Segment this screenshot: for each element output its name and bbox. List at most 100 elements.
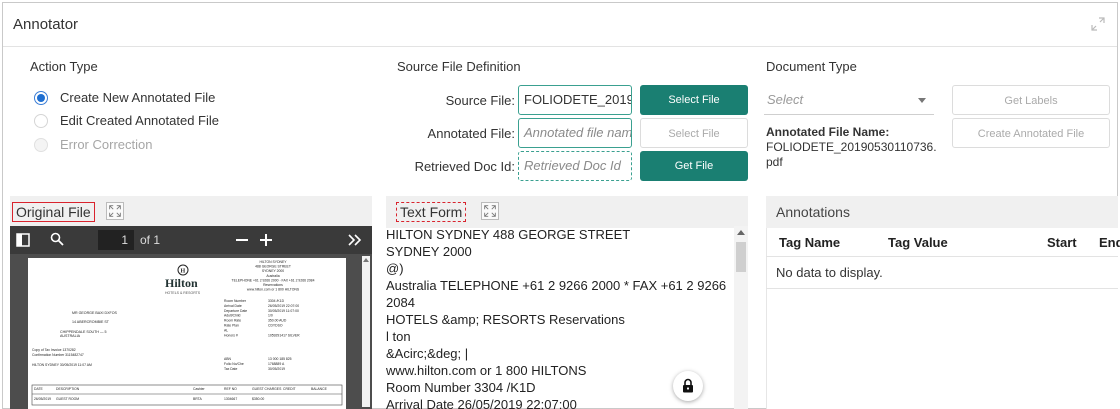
pdf-header-line: Australia [266, 274, 279, 278]
scroll-up-arrow-icon[interactable] [737, 230, 745, 235]
pdf-misc-line: Confirmation Number 3115482747 [32, 353, 84, 357]
radio-create-new[interactable]: Create New Annotated File [34, 90, 215, 105]
radio-edit-created[interactable]: Edit Created Annotated File [34, 113, 219, 128]
sidebar-toggle-icon[interactable] [16, 233, 30, 247]
annotated-file-name-ext: pdf [766, 155, 783, 169]
double-chevron-right-icon[interactable] [348, 234, 362, 246]
pdf-detail-value: 26/05/2019 22:07:00 [268, 304, 299, 308]
retrieved-doc-id-input[interactable]: Retrieved Doc Id [518, 151, 632, 181]
text-form-line: 2084 [386, 295, 415, 310]
get-labels-button: Get Labels [952, 85, 1110, 115]
pdf-toolbar: 1 of 1 [10, 226, 372, 254]
annotated-file-name-value: FOLIODETE_20190530110736. [766, 140, 937, 154]
table-divider [766, 288, 1118, 289]
create-annotated-file-button: Create Annotated File [952, 118, 1110, 148]
pdf-detail-label: Honors # [224, 333, 238, 337]
pdf-header-line: HILTON SYDNEY [259, 260, 287, 264]
text-form-scrollbar[interactable] [734, 226, 748, 409]
pdf-detail-label: Room Rate [224, 319, 241, 323]
zoom-in-icon[interactable] [260, 234, 272, 246]
no-data-message: No data to display. [776, 265, 883, 280]
pdf-detail-label: Room Number [224, 299, 247, 303]
pdf-misc-line: Copy of Tax Invoice 1370282 [32, 348, 76, 352]
radio-label: Create New Annotated File [60, 90, 216, 105]
text-form-line: SYDNEY 2000 [386, 244, 472, 259]
pdf-misc-value: 30/05/2019 [268, 367, 285, 371]
get-file-button[interactable]: Get File [640, 151, 748, 181]
expand-text-form-icon[interactable] [481, 202, 499, 220]
pdf-table-header: Cashier [193, 387, 206, 391]
pdf-detail-value: 30/05/2019 11:07:00 [268, 309, 299, 313]
radio-button-disabled [34, 137, 48, 152]
pdf-guest-line: MR GEORGE BAXI DXFOS [72, 311, 118, 315]
pdf-header-line: www.hilton.com or 1 800 HILTONS [247, 288, 300, 292]
pdf-table-cell: BRTA [193, 397, 202, 401]
pdf-misc-value: 1768889 A [268, 362, 285, 366]
source-file-definition-label: Source File Definition [397, 59, 521, 74]
pdf-table-cell: 1304667 [224, 397, 237, 401]
select-annotated-file-button: Select File [640, 118, 748, 148]
text-form-line: @) [386, 261, 404, 276]
column-end[interactable]: End [1099, 235, 1120, 250]
pdf-header-line: Reservations [263, 283, 283, 287]
pdf-table-header: CREDIT [283, 387, 296, 391]
expand-original-icon[interactable] [106, 202, 124, 220]
document-type-select[interactable]: Select [764, 85, 934, 115]
text-form-line: l ton [386, 329, 411, 344]
pdf-detail-value: 1/0 [268, 314, 273, 318]
text-form-line: HOTELS &amp; RESORTS Reservations [386, 312, 625, 327]
pdf-header-line: 488 GEORGE STREET [255, 265, 291, 269]
pdf-misc-value: 13 000 185 825 [268, 357, 292, 361]
pdf-hotel-sub: HOTELS & RESORTS [165, 291, 201, 295]
pdf-detail-label: AL [224, 328, 228, 332]
pdf-header-line: TELEPHONE +61 2 9266 2000 · FAX +61 2 92… [232, 278, 315, 282]
pdf-viewer[interactable]: H Hilton HOTELS & RESORTS HILTON SYDNEY 4… [10, 254, 372, 409]
scroll-thumb[interactable] [736, 242, 746, 272]
pdf-misc-label: Tax Date [224, 367, 237, 371]
column-start[interactable]: Start [1047, 235, 1077, 250]
column-tag-name[interactable]: Tag Name [779, 235, 840, 250]
pdf-detail-value: 350.00 AUD [268, 319, 287, 323]
action-type-label: Action Type [30, 59, 98, 74]
source-file-input[interactable]: FOLIODETE_201905 [518, 85, 632, 115]
pdf-table-cell: $350.00 [252, 397, 264, 401]
radio-label: Edit Created Annotated File [60, 113, 219, 128]
pdf-detail-value: 1059291417 SILVER [268, 333, 300, 337]
radio-button-selected[interactable] [34, 90, 48, 105]
pdf-guest-line: AUSTRALIA [60, 334, 81, 338]
pdf-misc-line: HILTON SYDNEY 30/05/2019 11:07 AM [32, 363, 92, 367]
pdf-header-line: SYDNEY 2000 [262, 269, 284, 273]
pdf-detail-value: CDYDSO [268, 324, 283, 328]
tab-original-file[interactable]: Original File [12, 202, 95, 222]
pdf-scrollbar[interactable] [362, 256, 370, 407]
page-number-input[interactable]: 1 [98, 230, 134, 250]
annotated-file-name: Annotated File Name: FOLIODETE_201905301… [766, 125, 937, 170]
pdf-hotel-logo-text: Hilton [165, 276, 198, 290]
pdf-misc-label: Folio No/Che [224, 362, 244, 366]
zoom-out-icon[interactable] [236, 239, 248, 242]
select-value: Select [767, 92, 804, 107]
tab-text-form[interactable]: Text Form [396, 202, 467, 222]
source-file-label: Source File: [445, 93, 515, 108]
annotated-file-label: Annotated File: [427, 126, 515, 141]
radio-button[interactable] [34, 113, 48, 128]
document-type-label: Document Type [766, 59, 857, 74]
pdf-table-cell: GUEST ROOM [56, 397, 79, 401]
pdf-table-header: DESCRIPTION [56, 387, 80, 391]
lock-button[interactable] [673, 371, 703, 401]
scroll-up-arrow-icon[interactable] [363, 258, 369, 262]
pdf-guest-line: 14 ABERCROMBIE ST [72, 320, 110, 324]
lock-icon [683, 378, 693, 393]
annotated-file-input[interactable]: Annotated file nam [518, 118, 632, 148]
pdf-detail-label: Departure Date [224, 309, 247, 313]
column-tag-value[interactable]: Tag Value [888, 235, 948, 250]
svg-text:H: H [181, 269, 186, 275]
expand-window-icon[interactable] [1091, 17, 1105, 31]
window-title: Annotator [13, 16, 79, 33]
pdf-detail-label: Rate Plan [224, 324, 239, 328]
pdf-table-header: REF NO [224, 387, 237, 391]
search-icon[interactable] [50, 232, 64, 246]
table-divider [766, 256, 1118, 257]
select-source-file-button[interactable]: Select File [640, 85, 748, 115]
pdf-table-header: GUEST CHARGES [252, 387, 282, 391]
